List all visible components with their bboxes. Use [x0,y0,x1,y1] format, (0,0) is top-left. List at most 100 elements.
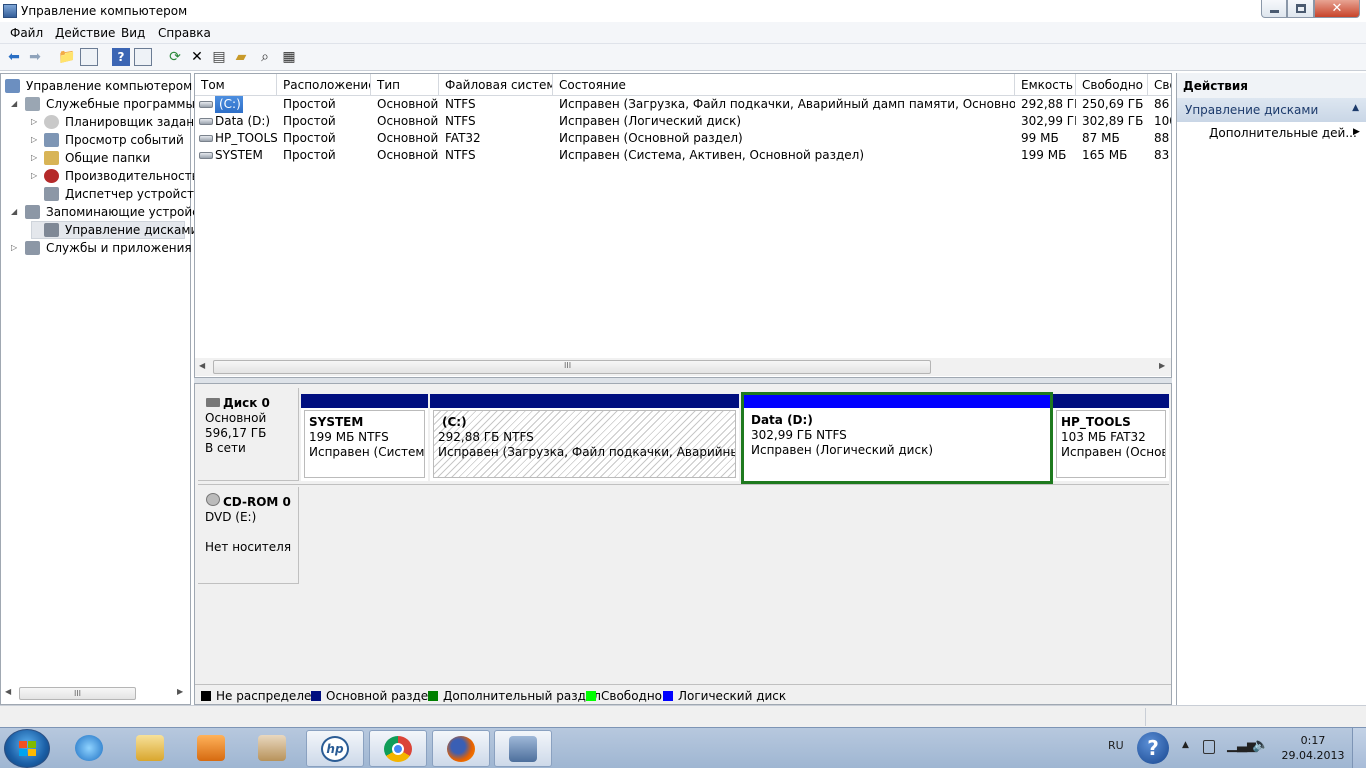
language-indicator[interactable]: RU [1108,739,1124,752]
firefox-icon[interactable] [432,730,490,767]
menu-action[interactable]: Действие [55,26,115,40]
menu-help[interactable]: Справка [158,26,211,40]
col-header-filesystem[interactable]: Файловая система [439,74,553,96]
table-row[interactable]: (C:) Простой Основной NTFS Исправен (Загрузк… [195,96,1171,113]
table-cell: Исправен (Система, Активен, Основной раз… [559,148,865,162]
computer-management-icon[interactable] [494,730,552,767]
close-button[interactable]: ✕ [1314,0,1360,18]
legend-extended: Дополнительный раздел [428,689,601,703]
forward-arrow-icon[interactable]: ➡ [26,48,44,66]
partition-hp-tools[interactable]: HP_TOOLS 103 МБ FAT32 Исправен (Основн [1053,394,1169,481]
table-cell: Простой [283,148,336,162]
media-player-icon[interactable] [183,730,241,767]
taskbar: hp RU ? ▲ ▁▃▅ 🔈 0:17 29.04.2013 [0,727,1366,768]
table-row[interactable]: Data (D:) Простой Основной NTFS Исправен (Ло… [195,113,1171,130]
col-header-free[interactable]: Свободно [1076,74,1148,96]
expand-arrow-icon[interactable]: ▷ [31,149,41,167]
table-cell: Основной [377,148,439,162]
refresh-icon[interactable]: ⟳ [166,48,184,66]
cdrom-0-label[interactable]: CD-ROM 0 DVD (E:) Нет носителя [198,487,299,584]
disk-management-icon [44,223,59,237]
table-cell: Data (D:) [215,114,271,128]
col-header-type[interactable]: Тип [371,74,439,96]
help-icon[interactable]: ? [112,48,130,66]
partition-state: Исправен (Основн [1061,445,1166,459]
delete-icon[interactable]: ✕ [188,48,206,66]
hp-icon[interactable]: hp [306,730,364,767]
col-header-status[interactable]: Состояние [553,74,1015,96]
scroll-left-arrow-icon[interactable]: ◀ [199,361,205,370]
list-horizontal-scrollbar[interactable]: ◀ III ▶ [195,358,1171,376]
settings-icon[interactable]: ▦ [280,48,298,66]
find-icon[interactable]: ⌕ [256,48,274,66]
legend-unallocated: Не распределен [201,689,319,703]
actions-pane: Действия Управление дисками ▲ Дополнител… [1176,73,1366,705]
more-actions-item[interactable]: Дополнительные дей... ▶ [1209,126,1360,140]
expand-arrow-icon[interactable]: ▷ [31,113,41,131]
partition-title: Data (D:) [751,413,813,427]
table-cell: HP_TOOLS [215,131,277,145]
services-icon [25,241,40,255]
internet-explorer-icon[interactable] [61,730,119,767]
expand-arrow-icon[interactable]: ◢ [11,95,21,113]
partition-d[interactable]: Data (D:) 302,99 ГБ NTFS Исправен (Логич… [741,392,1053,484]
menu-file[interactable]: Файл [10,26,43,40]
scroll-right-arrow-icon[interactable]: ▶ [177,687,183,696]
col-header-volume[interactable]: Том [195,74,277,96]
scroll-right-arrow-icon[interactable]: ▶ [1159,361,1165,370]
partition-size: 199 МБ NTFS [309,430,389,444]
expand-arrow-icon[interactable]: ▷ [11,239,21,257]
partition-state: Исправен (Система, [309,445,425,459]
actions-section-disk-management[interactable]: Управление дисками ▲ [1177,98,1366,122]
network-icon[interactable] [244,730,302,767]
properties-icon[interactable]: ▤ [210,48,228,66]
tree-horizontal-scrollbar[interactable]: ◀ III ▶ [5,686,187,702]
partition-bar [744,395,1050,408]
maximize-button[interactable] [1287,0,1314,18]
tree-item-disk-management[interactable]: Управление дисками [31,221,198,239]
partition-title: HP_TOOLS [1061,415,1131,429]
table-row[interactable]: SYSTEM Простой Основной NTFS Исправен (Систе… [195,147,1171,164]
disk-0-label[interactable]: Диск 0 Основной 596,17 ГБ В сети [198,388,299,481]
chrome-icon[interactable] [369,730,427,767]
back-arrow-icon[interactable]: ⬅ [5,48,23,66]
partition-bar [301,394,428,408]
minimize-button[interactable] [1261,0,1287,18]
storage-icon [25,205,40,219]
col-header-layout[interactable]: Расположение [277,74,371,96]
partition-size: 103 МБ FAT32 [1061,430,1146,444]
show-hidden-icons-icon[interactable]: ▲ [1182,740,1189,750]
status-bar [0,705,1366,727]
up-folder-icon[interactable]: 📁 [58,48,76,66]
collapse-arrow-icon[interactable]: ▲ [1352,103,1359,113]
table-cell: Исправен (Загрузка, Файл подкачки, Авари… [559,97,1015,111]
clock[interactable]: 0:17 29.04.2013 [1278,733,1348,763]
shared-folder-icon [44,151,59,165]
expand-arrow-icon[interactable]: ◢ [11,203,21,221]
col-header-free-percent[interactable]: Сво [1148,74,1171,96]
explorer-icon[interactable] [122,730,180,767]
menu-view[interactable]: Вид [121,26,145,40]
partition-system[interactable]: SYSTEM 199 МБ NTFS Исправен (Система, [301,394,428,481]
partition-state: Исправен (Загрузка, Файл подкачки, Авари… [438,445,735,459]
volume-icon[interactable]: 🔈 [1252,737,1269,753]
show-desktop-button[interactable] [1352,728,1366,768]
start-button[interactable] [4,729,50,768]
expand-arrow-icon[interactable]: ▷ [31,167,41,185]
expand-arrow-icon[interactable]: ▷ [31,131,41,149]
partition-c[interactable]: (C:) 292,88 ГБ NTFS Исправен (Загрузка, … [430,394,739,481]
open-folder-icon[interactable]: ▰ [232,48,250,66]
cdrom-0-area[interactable] [299,487,1169,584]
scroll-left-arrow-icon[interactable]: ◀ [5,687,11,696]
show-hide-action-pane-icon[interactable] [134,48,152,66]
show-hide-tree-icon[interactable] [80,48,98,66]
legend-primary: Основной раздел [311,689,436,703]
col-header-capacity[interactable]: Емкость [1015,74,1076,96]
table-row[interactable]: HP_TOOLS Простой Основной FAT32 Исправен (Ос… [195,130,1171,147]
table-cell: Основной [377,131,439,145]
scroll-thumb[interactable]: III [213,360,931,374]
action-center-icon[interactable] [1203,740,1215,754]
table-cell: Простой [283,97,336,111]
scroll-thumb[interactable]: III [19,687,136,700]
help-tray-icon[interactable]: ? [1137,732,1169,764]
